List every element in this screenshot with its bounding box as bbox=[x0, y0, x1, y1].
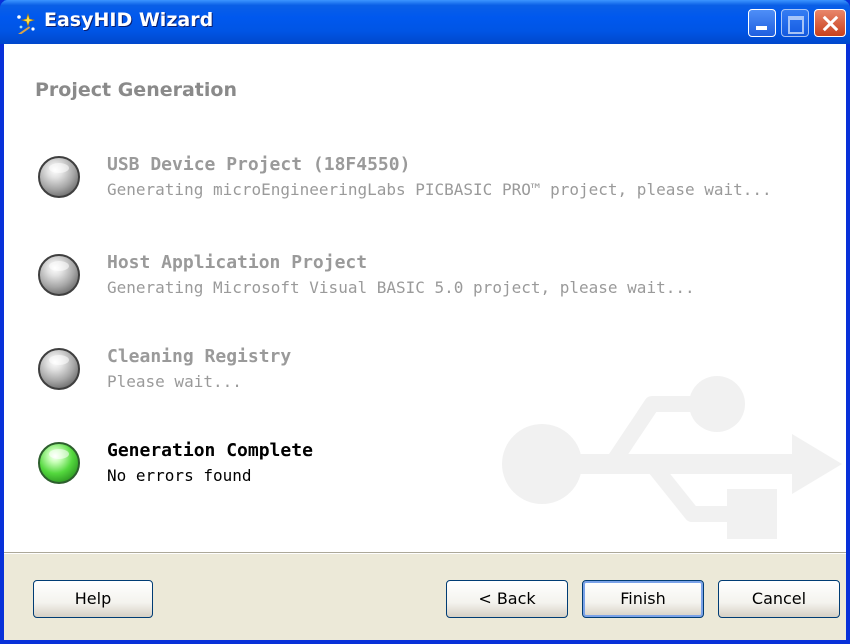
step-description: Generating microEngineeringLabs PICBASIC… bbox=[107, 180, 772, 199]
step-description: Generating Microsoft Visual BASIC 5.0 pr… bbox=[107, 278, 695, 297]
cancel-button[interactable]: Cancel bbox=[718, 580, 840, 618]
step-host-application-project: Host Application Project Generating Micr… bbox=[34, 250, 834, 308]
page-title: Project Generation bbox=[35, 79, 237, 101]
step-title: Host Application Project bbox=[107, 252, 368, 273]
step-description: Please wait... bbox=[107, 372, 242, 391]
step-generation-complete: Generation Complete No errors found bbox=[34, 438, 834, 496]
back-button[interactable]: < Back bbox=[446, 580, 568, 618]
button-bar-separator bbox=[4, 552, 846, 554]
gray-led-icon bbox=[38, 254, 80, 296]
step-cleaning-registry: Cleaning Registry Please wait... bbox=[34, 344, 834, 402]
minimize-button[interactable] bbox=[748, 9, 776, 37]
gray-led-icon bbox=[38, 156, 80, 198]
wizard-sparkle-icon bbox=[17, 12, 36, 34]
dialog-client: Project Generation USB Device Project (1… bbox=[4, 44, 846, 640]
help-button[interactable]: Help bbox=[33, 580, 153, 618]
step-title: USB Device Project (18F4550) bbox=[107, 154, 411, 175]
title-bar[interactable]: EasyHID Wizard bbox=[0, 0, 850, 44]
step-title: Generation Complete bbox=[107, 440, 313, 461]
green-led-icon bbox=[38, 442, 80, 484]
maximize-button bbox=[781, 9, 809, 37]
step-usb-device-project: USB Device Project (18F4550) Generating … bbox=[34, 152, 834, 210]
step-title: Cleaning Registry bbox=[107, 346, 292, 367]
window-title: EasyHID Wizard bbox=[44, 9, 214, 31]
wizard-window: EasyHID Wizard Project Generation USB De… bbox=[0, 0, 850, 644]
gray-led-icon bbox=[38, 348, 80, 390]
step-description: No errors found bbox=[107, 466, 252, 485]
close-button[interactable] bbox=[814, 9, 846, 37]
wizard-page: Project Generation USB Device Project (1… bbox=[4, 44, 846, 552]
finish-button[interactable]: Finish bbox=[582, 580, 704, 618]
